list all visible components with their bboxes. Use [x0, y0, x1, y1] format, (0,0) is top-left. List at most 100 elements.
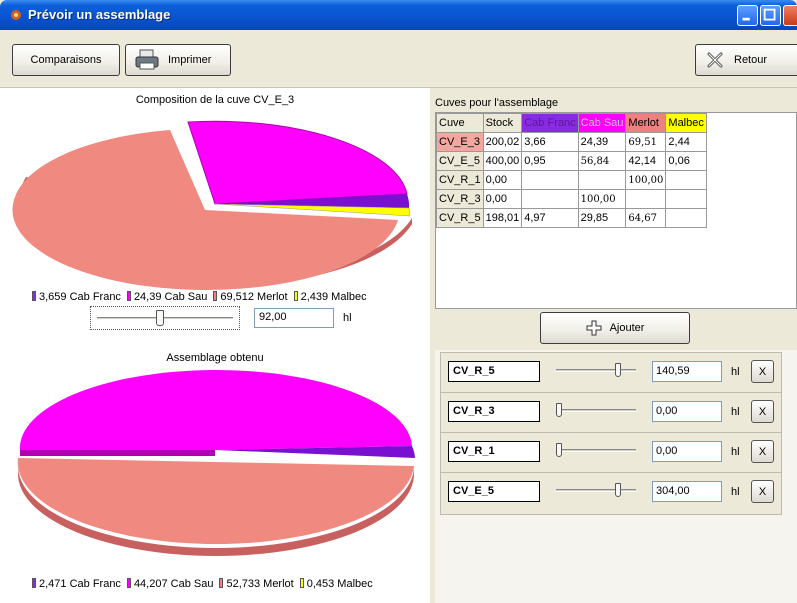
volume-slider-thumb[interactable]: [556, 403, 562, 417]
volume-slider[interactable]: [90, 306, 240, 330]
maximize-button[interactable]: [760, 5, 781, 26]
volume-input[interactable]: 304,00: [652, 481, 722, 502]
legend-item: 44,207 Cab Sau: [126, 578, 214, 590]
cuve-name-field[interactable]: CV_E_5: [448, 481, 540, 502]
legend-text: 3,659 Cab Franc: [39, 291, 121, 303]
table-cell: 100,00: [577, 189, 627, 209]
volume-slider[interactable]: [556, 403, 636, 417]
table-header-cell[interactable]: Cab Sau: [577, 113, 627, 133]
cuve-name-cell: CV_R_5: [436, 208, 484, 228]
volume-slider[interactable]: [556, 483, 636, 497]
cuve-name-cell: CV_R_3: [436, 189, 484, 209]
legend-swatch: [126, 578, 131, 588]
cuve-name-cell: CV_E_3: [436, 132, 484, 152]
remove-row-button[interactable]: X: [751, 480, 774, 503]
remove-row-button[interactable]: X: [751, 440, 774, 463]
imprimer-label: Imprimer: [168, 54, 212, 66]
volume-slider-thumb[interactable]: [615, 363, 622, 377]
volume-slider-thumb[interactable]: [155, 310, 164, 326]
table-cell: 24,39: [577, 132, 627, 152]
legend-text: 0,453 Malbec: [306, 578, 373, 590]
volume-slider-thumb[interactable]: [615, 483, 622, 497]
legend-swatch: [299, 578, 304, 588]
table-header-cell[interactable]: Cab Franc: [521, 113, 579, 133]
volume-input[interactable]: 140,59: [652, 361, 722, 382]
table-cell: 42,14: [625, 151, 667, 171]
table-row[interactable]: CV_R_1 0,00 100,00: [436, 170, 707, 190]
cuves-table-label: Cuves pour l'assemblage: [435, 97, 559, 109]
legend-swatch: [213, 291, 218, 301]
window-title: Prévoir un assemblage: [28, 7, 171, 22]
assemblage-row: CV_R_1 0,00 hl X: [440, 432, 782, 475]
table-header-cell[interactable]: Cuve: [436, 113, 484, 133]
remove-row-button[interactable]: X: [751, 400, 774, 423]
assemblage-legend: 2,471 Cab Franc 44,207 Cab Sau 52,733 Me…: [32, 578, 373, 590]
table-row[interactable]: CV_E_5 400,00 0,95 56,84 42,14 0,06: [436, 151, 707, 171]
legend-item: 2,439 Malbec: [293, 291, 367, 303]
cuve-name-field[interactable]: CV_R_5: [448, 361, 540, 382]
legend-item: 69,512 Merlot: [213, 291, 288, 303]
legend-swatch: [32, 291, 36, 301]
pie-depth-cab-sau: [20, 450, 215, 456]
volume-input[interactable]: 0,00: [652, 401, 722, 422]
legend-swatch: [32, 578, 36, 588]
assemblage-row: CV_R_3 0,00 hl X: [440, 392, 782, 435]
table-header-cell[interactable]: Malbec: [665, 113, 707, 133]
table-row[interactable]: CV_R_3 0,00 100,00: [436, 189, 707, 209]
table-header-cell[interactable]: Merlot: [625, 113, 667, 133]
table-cell: 400,00: [482, 151, 523, 171]
cuve-name-field[interactable]: CV_R_3: [448, 401, 540, 422]
minimize-icon: [742, 17, 750, 21]
printer-icon: [135, 49, 159, 70]
legend-item: 3,659 Cab Franc: [32, 291, 121, 303]
legend-text: 44,207 Cab Sau: [133, 578, 214, 590]
comparaisons-button[interactable]: Comparaisons: [12, 44, 120, 76]
cuve-name-field[interactable]: CV_R_1: [448, 441, 540, 462]
table-row[interactable]: CV_E_3 200,02 3,66 24,39 69,51 2,44: [436, 132, 707, 152]
table-header-cell[interactable]: Stock: [482, 113, 523, 133]
volume-input[interactable]: 0,00: [652, 441, 722, 462]
title-bar: Prévoir un assemblage: [0, 0, 797, 30]
legend-text: 2,439 Malbec: [300, 291, 367, 303]
table-cell: 69,51: [625, 132, 667, 152]
minimize-button[interactable]: [737, 5, 758, 26]
volume-unit: hl: [731, 486, 740, 498]
volume-input[interactable]: 92,00: [254, 308, 334, 328]
table-cell: [625, 189, 667, 209]
table-cell: 0,95: [521, 151, 579, 171]
composition-pie-chart: [12, 120, 412, 291]
table-header-row: Cuve Stock Cab Franc Cab Sau Merlot Malbec: [436, 113, 707, 133]
volume-slider[interactable]: [556, 363, 636, 377]
plus-icon: [586, 320, 602, 336]
close-button[interactable]: [783, 5, 797, 26]
volume-slider-thumb[interactable]: [556, 443, 562, 457]
pie-slice-cab-sau: [187, 120, 408, 205]
cuves-table[interactable]: Cuve Stock Cab Franc Cab Sau Merlot Malbec CV…: [436, 113, 707, 228]
table-cell: [665, 189, 707, 209]
retour-button[interactable]: Retour: [695, 44, 797, 76]
table-cell: 0,06: [665, 151, 707, 171]
table-cell: 2,44: [665, 132, 707, 152]
assemblage-rows: CV_R_5 140,59 hl X CV_R_3 0,00 hl X CV_R_1 0,00 hl…: [435, 350, 797, 603]
legend-text: 69,512 Merlot: [220, 291, 288, 303]
table-cell: 56,84: [577, 151, 627, 171]
volume-slider[interactable]: [556, 443, 636, 457]
legend-swatch: [126, 291, 131, 301]
table-cell: 29,85: [577, 208, 627, 228]
legend-item: 52,733 Merlot: [219, 578, 294, 590]
table-cell: 64,67: [625, 208, 667, 228]
imprimer-button[interactable]: Imprimer: [125, 44, 231, 76]
volume-unit: hl: [731, 366, 740, 378]
volume-unit: hl: [731, 406, 740, 418]
legend-item: 0,453 Malbec: [299, 578, 373, 590]
table-cell: [521, 170, 579, 190]
table-row[interactable]: CV_R_5 198,01 4,97 29,85 64,67: [436, 208, 707, 228]
legend-swatch: [219, 578, 224, 588]
legend-item: 2,471 Cab Franc: [32, 578, 121, 590]
table-cell: 100,00: [625, 170, 667, 190]
ajouter-label: Ajouter: [609, 322, 645, 334]
remove-row-button[interactable]: X: [751, 360, 774, 383]
cuve-name-cell: CV_E_5: [436, 151, 484, 171]
ajouter-button[interactable]: Ajouter: [540, 312, 690, 344]
volume-slider-track: [97, 317, 233, 320]
